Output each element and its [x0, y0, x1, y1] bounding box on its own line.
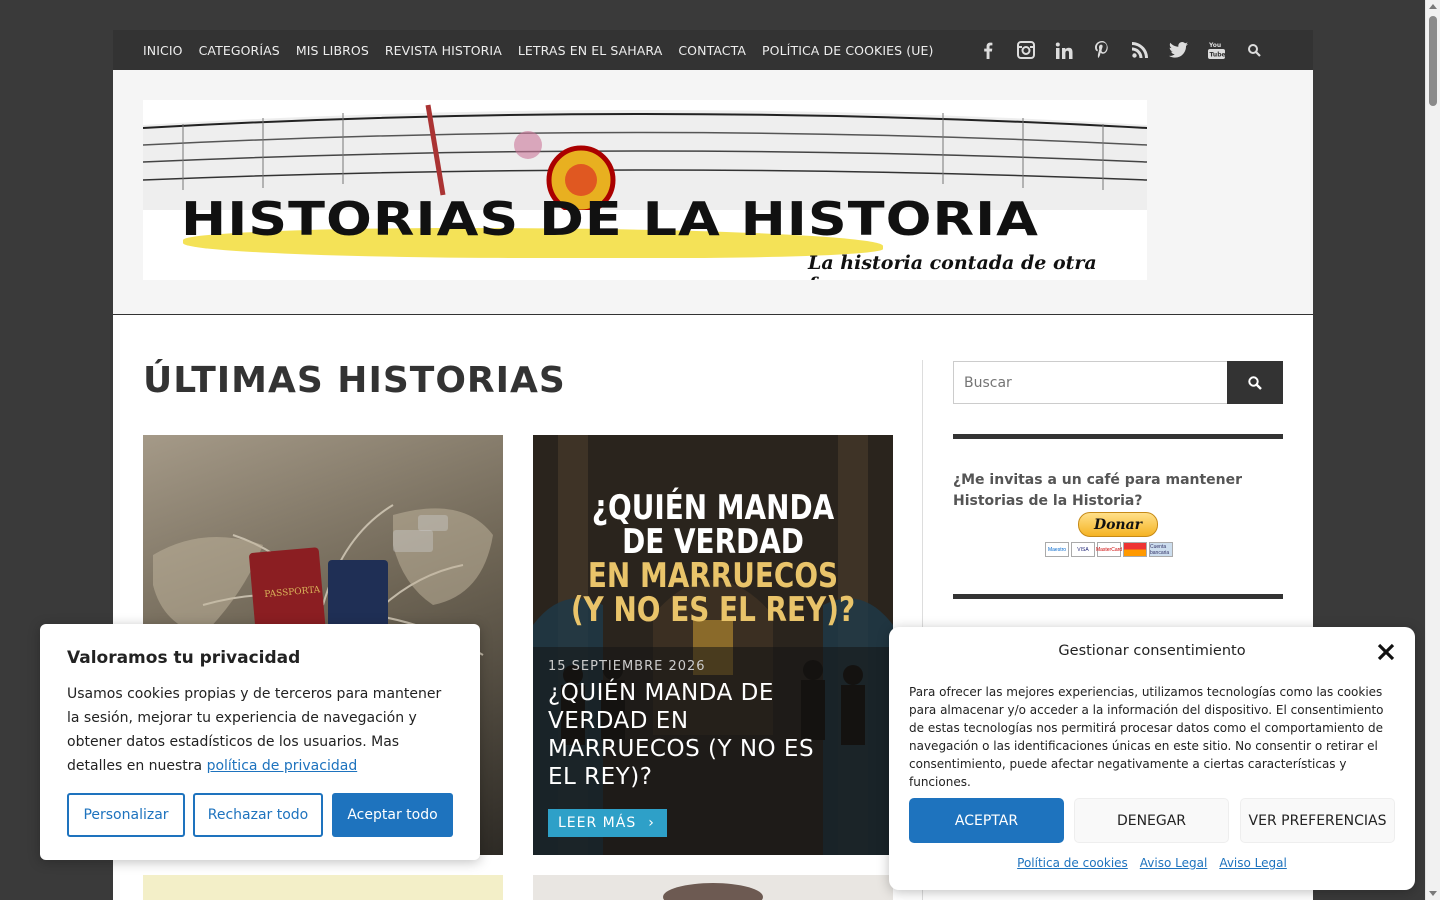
- nav-item-inicio[interactable]: INICIO: [143, 43, 183, 58]
- consent-modal-title: Gestionar consentimiento: [1058, 643, 1246, 659]
- article-title[interactable]: ¿QUIÉN MANDA DE VERDAD EN MARRUECOS (Y N…: [548, 679, 848, 791]
- legal-notice-link[interactable]: Aviso Legal: [1219, 856, 1287, 870]
- top-navigation: INICIO CATEGORÍAS MIS LIBROS REVISTA HIS…: [113, 30, 1313, 70]
- cookie-banner-title: Valoramos tu privacidad: [67, 648, 301, 668]
- nav-item-letras-sahara[interactable]: LETRAS EN EL SAHARA: [518, 43, 663, 58]
- logo-title: HISTORIAS DE LA HISTORIA: [181, 192, 1039, 247]
- site-logo-banner[interactable]: HISTORIAS DE LA HISTORIA La historia con…: [143, 100, 1147, 280]
- customize-button[interactable]: Personalizar: [67, 793, 185, 837]
- search-input[interactable]: [964, 372, 1224, 394]
- nav-item-revista-historia[interactable]: REVISTA HISTORIA: [385, 43, 502, 58]
- featured-article-card[interactable]: ¿QUIÉN MANDA DE VERDAD EN MARRUECOS (Y N…: [533, 435, 893, 855]
- cookie-banner: Valoramos tu privacidad Usamos cookies p…: [40, 624, 480, 860]
- close-icon[interactable]: [1375, 641, 1397, 663]
- nav-item-mis-libros[interactable]: MIS LIBROS: [296, 43, 369, 58]
- image-headline-line3: EN MARRUECOS: [587, 556, 839, 596]
- card-icon: [1123, 542, 1147, 557]
- reject-all-button[interactable]: Rechazar todo: [193, 793, 323, 837]
- image-headline-line4: (Y NO ES EL REY)?: [570, 590, 856, 630]
- search-icon: [1248, 375, 1262, 390]
- social-links: You Tube: [969, 30, 1273, 70]
- read-more-label: LEER MÁS: [558, 815, 637, 831]
- pinterest-icon[interactable]: [1083, 30, 1121, 70]
- logo-tagline: La historia contada de otra forma: [808, 252, 1097, 280]
- twitter-icon[interactable]: [1159, 30, 1197, 70]
- consent-preferences-button[interactable]: VER PREFERENCIAS: [1240, 798, 1395, 843]
- nav-item-categorias[interactable]: CATEGORÍAS: [199, 43, 280, 58]
- read-more-button[interactable]: LEER MÁS ›: [548, 809, 667, 837]
- rss-icon[interactable]: [1121, 30, 1159, 70]
- accept-all-button[interactable]: Aceptar todo: [332, 793, 453, 837]
- bank-account-icon: Cuenta bancaria: [1149, 542, 1173, 557]
- svg-text:Tube: Tube: [1209, 52, 1225, 59]
- image-headline-line2: DE VERDAD: [622, 522, 804, 562]
- widget-divider: [953, 594, 1283, 599]
- page-title: ÚLTIMAS HISTORIAS: [143, 360, 566, 401]
- page-scrollbar[interactable]: [1425, 0, 1440, 900]
- article-thumbnail: [663, 883, 763, 900]
- mastercard-icon: MasterCard: [1096, 542, 1122, 557]
- youtube-icon[interactable]: You Tube: [1197, 30, 1235, 70]
- privacy-policy-link[interactable]: política de privacidad: [207, 758, 358, 774]
- cookie-banner-text: Usamos cookies propias y de terceros par…: [67, 682, 453, 778]
- sidebar-search: [953, 361, 1283, 404]
- payment-methods: Maestro VISA MasterCard Cuenta bancaria: [1045, 542, 1175, 557]
- consent-links: Política de cookies Aviso Legal Aviso Le…: [889, 856, 1415, 870]
- site-header: HISTORIAS DE LA HISTORIA La historia con…: [113, 70, 1313, 315]
- consent-deny-button[interactable]: DENEGAR: [1074, 798, 1229, 843]
- maestro-icon: Maestro: [1045, 542, 1069, 557]
- search-submit-button[interactable]: [1227, 361, 1283, 404]
- donate-button[interactable]: Donar: [1078, 512, 1158, 537]
- article-card[interactable]: [143, 875, 503, 900]
- article-card[interactable]: [533, 875, 893, 900]
- scroll-down-arrow[interactable]: [1429, 891, 1437, 896]
- instagram-icon[interactable]: [1007, 30, 1045, 70]
- main-content: ÚLTIMAS HISTORIAS: [143, 360, 893, 401]
- image-headline-line1: ¿QUIÉN MANDA: [591, 488, 835, 528]
- cookie-policy-link[interactable]: Política de cookies: [1017, 856, 1128, 870]
- search-icon[interactable]: [1235, 30, 1273, 70]
- scroll-up-arrow[interactable]: [1429, 4, 1437, 9]
- image-headline: ¿QUIÉN MANDA DE VERDAD EN MARRUECOS (Y N…: [565, 491, 860, 627]
- facebook-icon[interactable]: [969, 30, 1007, 70]
- legal-notice-link[interactable]: Aviso Legal: [1140, 856, 1208, 870]
- article-date: 15 SEPTIEMBRE 2026: [548, 659, 706, 674]
- widget-divider: [953, 434, 1283, 439]
- visa-icon: VISA: [1071, 542, 1095, 557]
- scrollbar-thumb[interactable]: [1429, 16, 1437, 106]
- nav-item-politica-cookies[interactable]: POLÍTICA DE COOKIES (UE): [762, 43, 933, 58]
- donate-widget-text: ¿Me invitas a un café para mantener Hist…: [953, 472, 1243, 509]
- consent-modal: Gestionar consentimiento Para ofrecer la…: [889, 627, 1415, 890]
- consent-modal-text: Para ofrecer las mejores experiencias, u…: [909, 685, 1384, 789]
- nav-item-contacta[interactable]: CONTACTA: [678, 43, 746, 58]
- main-menu: INICIO CATEGORÍAS MIS LIBROS REVISTA HIS…: [143, 30, 949, 70]
- consent-accept-button[interactable]: ACEPTAR: [909, 798, 1064, 843]
- chevron-right-icon: ›: [648, 815, 655, 831]
- linkedin-icon[interactable]: [1045, 30, 1083, 70]
- svg-text:You: You: [1208, 42, 1221, 49]
